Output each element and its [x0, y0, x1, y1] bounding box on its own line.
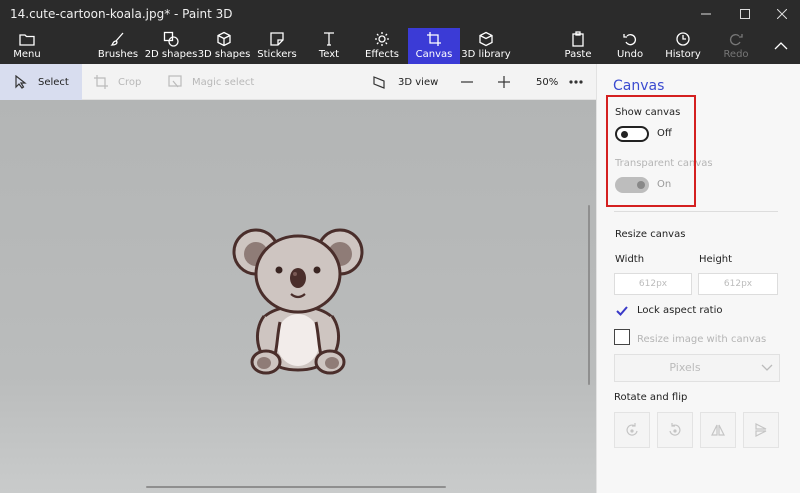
close-icon [777, 9, 787, 19]
redo-button[interactable]: Redo [722, 28, 750, 64]
folder-icon [19, 34, 35, 46]
vertical-scrollbar[interactable] [588, 205, 590, 385]
crop-label: Crop [118, 76, 142, 88]
paste-label: Paste [564, 49, 592, 60]
effects-icon [375, 32, 389, 46]
2d-shapes-icon [163, 31, 179, 47]
zoom-out-button[interactable] [460, 64, 474, 100]
magic-select-tool[interactable]: Magic select [168, 64, 254, 100]
units-value: Pixels [669, 361, 701, 374]
rotate-right-button[interactable] [657, 412, 693, 448]
3d-shapes-tool[interactable]: 3D shapes [197, 28, 251, 64]
magic-select-label: Magic select [192, 76, 255, 88]
checkmark-icon [616, 306, 628, 316]
maximize-icon [740, 9, 750, 19]
stickers-tool[interactable]: Stickers [254, 28, 300, 64]
more-icon [569, 80, 583, 84]
canvas-label: Canvas [415, 49, 453, 60]
undo-label: Undo [616, 49, 644, 60]
3d-view-label: 3D view [398, 76, 439, 88]
paste-button[interactable]: Paste [560, 28, 596, 64]
height-input[interactable]: 612px [698, 273, 778, 295]
flip-horizontal-button[interactable] [700, 412, 736, 448]
flip-horizontal-icon [711, 424, 725, 436]
zoom-level[interactable]: 50% [536, 64, 558, 100]
3d-view-icon [373, 76, 385, 89]
minus-icon [461, 81, 473, 83]
resize-image-label: Resize image with canvas [637, 334, 767, 345]
select-label: Select [38, 76, 69, 88]
menu-button[interactable]: Menu [4, 28, 50, 64]
resize-canvas-heading: Resize canvas [615, 229, 686, 240]
sticker-icon [270, 32, 284, 46]
text-icon [324, 32, 334, 46]
zoom-in-button[interactable] [497, 64, 511, 100]
panel-title: Canvas [613, 78, 665, 94]
koala-image[interactable] [228, 222, 368, 378]
minimize-button[interactable] [686, 0, 726, 28]
units-dropdown[interactable]: Pixels [614, 354, 780, 382]
2d-shapes-tool[interactable]: 2D shapes [144, 28, 198, 64]
window-title: 14.cute-cartoon-koala.jpg* - Paint 3D [10, 7, 233, 21]
cube-icon [217, 31, 231, 47]
lock-aspect-label: Lock aspect ratio [637, 305, 723, 316]
width-label: Width [615, 254, 645, 265]
undo-button[interactable]: Undo [614, 28, 646, 64]
history-icon [676, 32, 690, 46]
redo-label: Redo [723, 49, 749, 60]
brushes-label: Brushes [97, 49, 139, 60]
stickers-label: Stickers [257, 49, 297, 60]
undo-icon [623, 34, 636, 46]
select-tool[interactable]: Select [0, 64, 82, 100]
history-label: History [665, 49, 701, 60]
history-button[interactable]: History [664, 28, 702, 64]
collapse-ribbon-button[interactable] [768, 28, 794, 64]
paste-icon [572, 31, 584, 47]
horizontal-scrollbar[interactable] [146, 486, 446, 488]
3d-shapes-label: 3D shapes [197, 49, 251, 60]
select-cursor-icon [15, 75, 27, 89]
rotate-right-icon [669, 423, 681, 436]
plus-icon [498, 76, 510, 88]
resize-image-checkbox[interactable] [614, 329, 630, 345]
3d-library-icon [479, 31, 493, 47]
3d-view-toggle[interactable]: 3D view [372, 64, 438, 100]
redo-icon [730, 34, 743, 46]
rotate-flip-heading: Rotate and flip [614, 392, 688, 403]
flip-vertical-icon [755, 423, 767, 437]
rotate-left-icon [626, 423, 638, 436]
3d-library-tool[interactable]: 3D library [461, 28, 511, 64]
height-label: Height [699, 254, 733, 265]
toolbar: Select Crop Magic select 3D view 50% [0, 64, 596, 100]
panel-divider [614, 211, 778, 212]
crop-icon [94, 75, 108, 89]
highlight-box [606, 95, 696, 207]
maximize-button[interactable] [725, 0, 765, 28]
magic-select-icon [168, 75, 182, 88]
text-label: Text [318, 49, 340, 60]
canvas-tool[interactable]: Canvas [408, 28, 460, 64]
effects-tool[interactable]: Effects [360, 28, 404, 64]
menu-label: Menu [13, 49, 41, 60]
chevron-down-icon [761, 364, 773, 371]
2d-shapes-label: 2D shapes [144, 49, 198, 60]
minimize-icon [701, 13, 711, 15]
close-button[interactable] [762, 0, 800, 28]
canvas-icon [427, 32, 441, 46]
text-tool[interactable]: Text [310, 28, 348, 64]
crop-tool[interactable]: Crop [94, 64, 141, 100]
brushes-tool[interactable]: Brushes [94, 28, 142, 64]
flip-vertical-button[interactable] [743, 412, 779, 448]
rotate-left-button[interactable] [614, 412, 650, 448]
ribbon: Menu Brushes 2D shapes 3D shapes Sticker… [0, 28, 800, 64]
more-options-button[interactable] [569, 64, 583, 100]
brush-icon [110, 32, 124, 46]
chevron-up-icon [774, 42, 788, 50]
effects-label: Effects [365, 49, 399, 60]
title-bar: 14.cute-cartoon-koala.jpg* - Paint 3D [0, 0, 800, 28]
width-input[interactable]: 612px [614, 273, 692, 295]
lock-aspect-checkbox[interactable] [614, 303, 630, 319]
3d-library-label: 3D library [461, 49, 511, 60]
